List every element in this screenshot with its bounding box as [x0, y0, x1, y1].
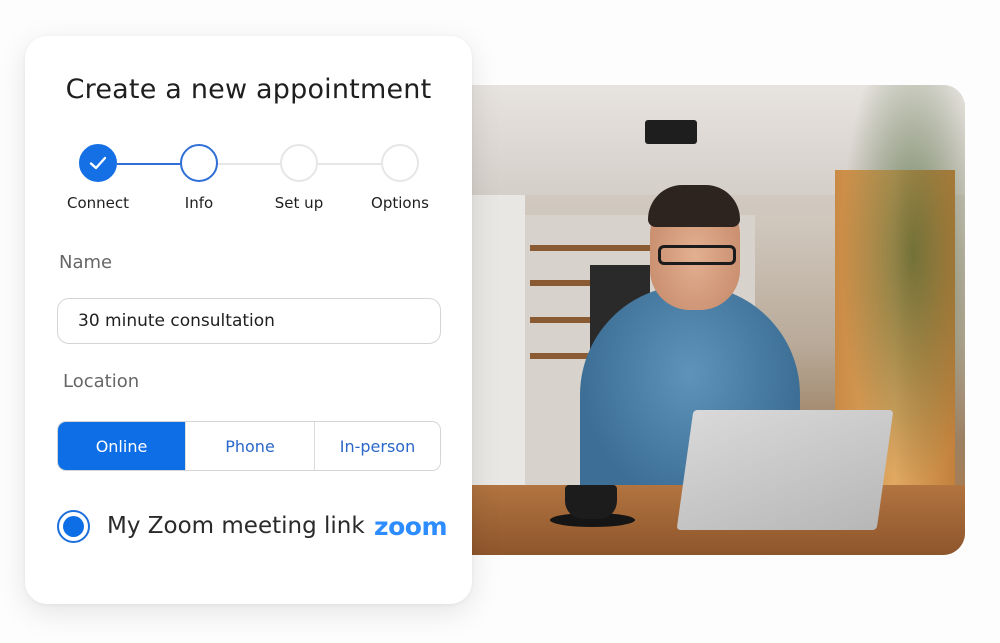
radio-selected-dot [63, 515, 84, 537]
photo-laptop [676, 410, 894, 530]
zoom-logo: zoom [374, 511, 447, 541]
location-option-online[interactable]: Online [58, 422, 185, 470]
zoom-link-radio[interactable] [57, 509, 90, 543]
step-label-info: Info [184, 194, 214, 212]
step-options-indicator[interactable] [381, 144, 419, 182]
name-input-value: 30 minute consultation [78, 311, 275, 331]
step-info-indicator[interactable] [180, 144, 218, 182]
photo-coffee-cup [565, 485, 617, 519]
zoom-link-label: My Zoom meeting link [107, 513, 365, 539]
location-label: Location [63, 371, 140, 392]
step-setup-indicator[interactable] [280, 144, 318, 182]
step-connect-indicator[interactable] [79, 144, 117, 182]
photo-shelf [530, 245, 650, 251]
stage: Create a new appointment Connect Info Se… [0, 0, 1000, 643]
stepper: Connect Info Set up Options [25, 144, 472, 224]
page-title: Create a new appointment [65, 74, 432, 105]
step-label-connect: Connect [66, 194, 130, 212]
photo-person-hair [648, 185, 740, 227]
location-option-in-person[interactable]: In-person [314, 422, 440, 470]
step-label-options: Options [371, 194, 429, 212]
photo-person-glasses [658, 245, 736, 265]
name-label: Name [59, 252, 113, 273]
photo-ceiling-lamp [645, 120, 697, 144]
hero-photo [455, 85, 965, 555]
location-segmented-control: Online Phone In-person [57, 421, 441, 471]
location-option-phone[interactable]: Phone [185, 422, 314, 470]
check-icon [89, 156, 107, 170]
appointment-card: Create a new appointment Connect Info Se… [25, 36, 472, 604]
step-label-setup: Set up [274, 194, 324, 212]
name-input[interactable]: 30 minute consultation [57, 298, 441, 344]
zoom-link-option[interactable]: My Zoom meeting link zoom [57, 506, 447, 546]
